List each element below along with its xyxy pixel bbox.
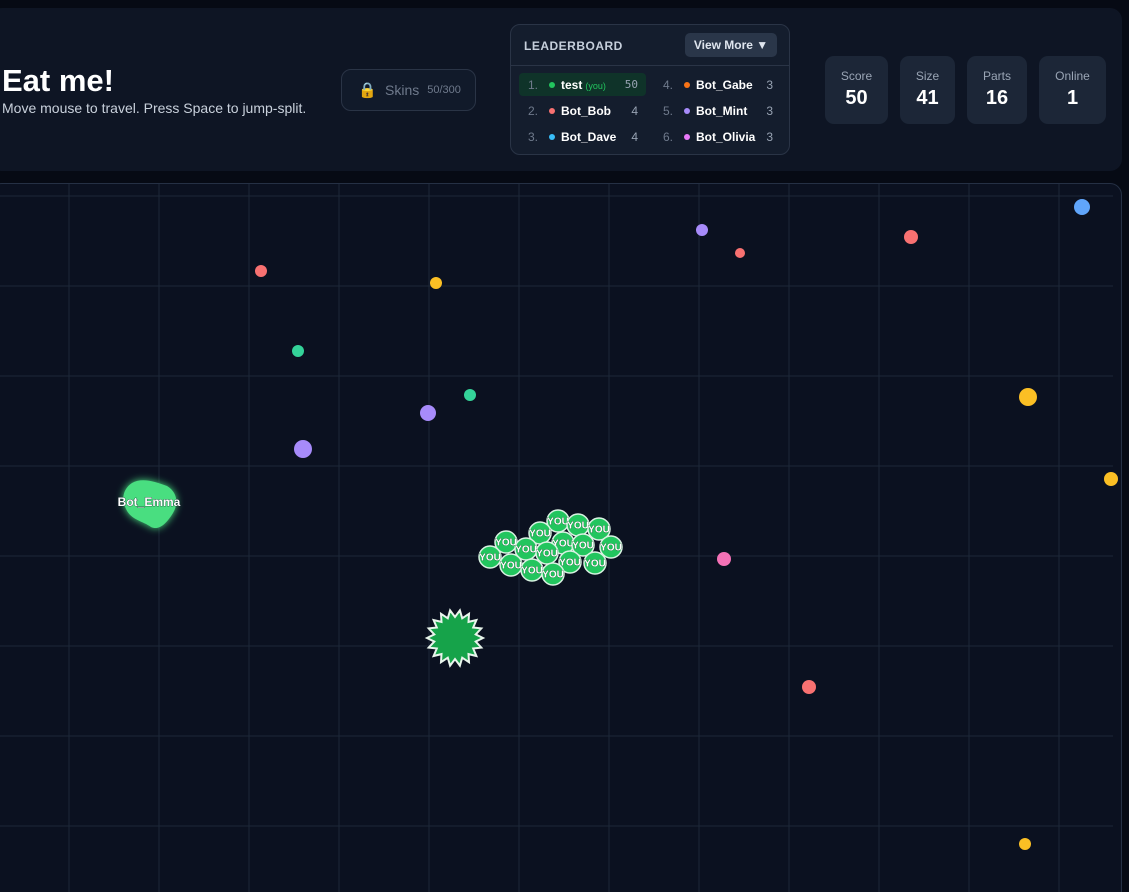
game-arena[interactable]: Bot_Emma YOU YOU YOU YOU YOU YOU YOU YOU YOU YOU Y…	[0, 183, 1122, 892]
leaderboard-title: LEADERBOARD	[524, 39, 623, 53]
leaderboard-rank: 1.	[528, 78, 539, 92]
leaderboard-name: Bot_Bob	[561, 104, 611, 118]
food-pellet	[255, 265, 267, 277]
player-cell-label: YOU	[559, 558, 581, 569]
food-pellet	[1019, 388, 1037, 406]
stat-value: 1	[1066, 87, 1079, 109]
leaderboard-row: 3. Bot_Dave 4	[519, 125, 646, 148]
online-stat: Online 1	[1039, 56, 1106, 124]
leaderboard-row: 5. Bot_Mint 3	[654, 99, 781, 122]
player-cell-label: YOU	[479, 553, 501, 564]
lock-icon: 🔒	[358, 82, 377, 99]
leaderboard-header: LEADERBOARD View More ▼	[511, 25, 789, 66]
player-cell: YOU	[541, 562, 565, 586]
player-color-dot	[549, 108, 555, 114]
food-pellet	[717, 552, 731, 566]
player-cell-label: YOU	[584, 559, 606, 570]
leaderboard-name: Bot_Dave	[561, 130, 617, 144]
leaderboard-row: 6. Bot_Olivia 3	[654, 125, 781, 148]
bot-cell: Bot_Emma	[117, 480, 181, 529]
player-cell-label: YOU	[500, 561, 522, 572]
player-cell-label: YOU	[529, 529, 551, 540]
leaderboard-rank: 4.	[663, 78, 674, 92]
player-cell-label: YOU	[536, 549, 558, 560]
you-tag: (you)	[585, 81, 606, 91]
player-cell-label: YOU	[572, 541, 594, 552]
stat-label: Score	[840, 69, 873, 83]
player-cell-label: YOU	[567, 521, 589, 532]
leaderboard-name: Bot_Olivia	[696, 130, 756, 144]
food-pellet	[904, 230, 918, 244]
parts-stat: Parts 16	[967, 56, 1027, 124]
stat-value: 50	[845, 87, 868, 109]
skins-count: 50/300	[427, 84, 461, 96]
leaderboard-score: 50	[624, 78, 638, 91]
food-pellet	[294, 440, 312, 458]
bot-name-label: Bot_Emma	[118, 495, 181, 509]
player-color-dot	[549, 82, 555, 88]
player-cell: YOU	[566, 513, 590, 537]
page-title: Eat me!	[2, 63, 114, 98]
player-cell-label: YOU	[588, 525, 610, 536]
leaderboard-rank: 2.	[528, 104, 539, 118]
stat-label: Parts	[982, 69, 1011, 83]
leaderboard-score: 3	[766, 78, 773, 92]
food-pellet	[735, 248, 745, 258]
player-color-dot	[684, 134, 690, 140]
player-color-dot	[549, 134, 555, 140]
food-pellet	[464, 389, 476, 401]
player-cell-label: YOU	[542, 570, 564, 581]
player-cell: YOU	[478, 545, 502, 569]
leaderboard-row-you: 1. test (you) 50	[519, 73, 646, 96]
player-cells: YOUYOU YOUYOUYOUYOU YOUYOUYOU YOUYOU YOU YOUY…	[478, 509, 623, 586]
food-layer	[255, 199, 1118, 850]
player-cell-label: YOU	[600, 543, 622, 554]
leaderboard-score: 3	[766, 130, 773, 144]
player-cell-label: YOU	[547, 517, 569, 528]
food-pellet	[1019, 838, 1031, 850]
player-cell-label: YOU	[515, 545, 537, 556]
food-pellet	[420, 405, 436, 421]
leaderboard-row: 4. Bot_Gabe 3	[654, 73, 781, 96]
food-pellet	[696, 224, 708, 236]
player-color-dot	[684, 108, 690, 114]
stat-value: 16	[985, 87, 1009, 109]
leaderboard-name: test (you)	[561, 78, 606, 92]
leaderboard-name: Bot_Gabe	[696, 78, 753, 92]
food-pellet	[1104, 472, 1118, 486]
player-color-dot	[684, 82, 690, 88]
player-cell: YOU	[499, 553, 523, 577]
food-pellet	[430, 277, 442, 289]
player-cell: YOU	[520, 558, 544, 582]
score-stat: Score 50	[825, 56, 888, 124]
player-cell: YOU	[583, 551, 607, 575]
leaderboard-rank: 3.	[528, 130, 539, 144]
skins-button[interactable]: 🔒 Skins 50/300	[341, 69, 476, 111]
stat-label: Size	[915, 69, 940, 83]
size-stat: Size 41	[900, 56, 955, 124]
player-cell-label: YOU	[495, 538, 517, 549]
view-more-button[interactable]: View More ▼	[685, 33, 777, 57]
leaderboard-rank: 6.	[663, 130, 674, 144]
stat-value: 41	[916, 87, 939, 109]
player-cell: YOU	[535, 541, 559, 565]
leaderboard-rank: 5.	[663, 104, 674, 118]
leaderboard-score: 4	[631, 130, 638, 144]
virus-spike	[424, 608, 486, 668]
game-canvas[interactable]: Bot_Emma YOUYOU YOUYOUYOUYOU YOUYOUYOU YOUY…	[0, 184, 1122, 892]
stat-label: Online	[1055, 69, 1090, 83]
leaderboard-panel: LEADERBOARD View More ▼ 1. test (you) 50 …	[510, 24, 790, 155]
player-cell-label: YOU	[521, 566, 543, 577]
leaderboard-score: 3	[766, 104, 773, 118]
leaderboard-row: 2. Bot_Bob 4	[519, 99, 646, 122]
leaderboard-score: 4	[631, 104, 638, 118]
food-pellet	[292, 345, 304, 357]
food-pellet	[1074, 199, 1090, 215]
food-pellet	[802, 680, 816, 694]
skins-label: Skins	[385, 82, 420, 98]
instructions-text: Move mouse to travel. Press Space to jum…	[2, 100, 307, 116]
leaderboard-name: Bot_Mint	[696, 104, 748, 118]
